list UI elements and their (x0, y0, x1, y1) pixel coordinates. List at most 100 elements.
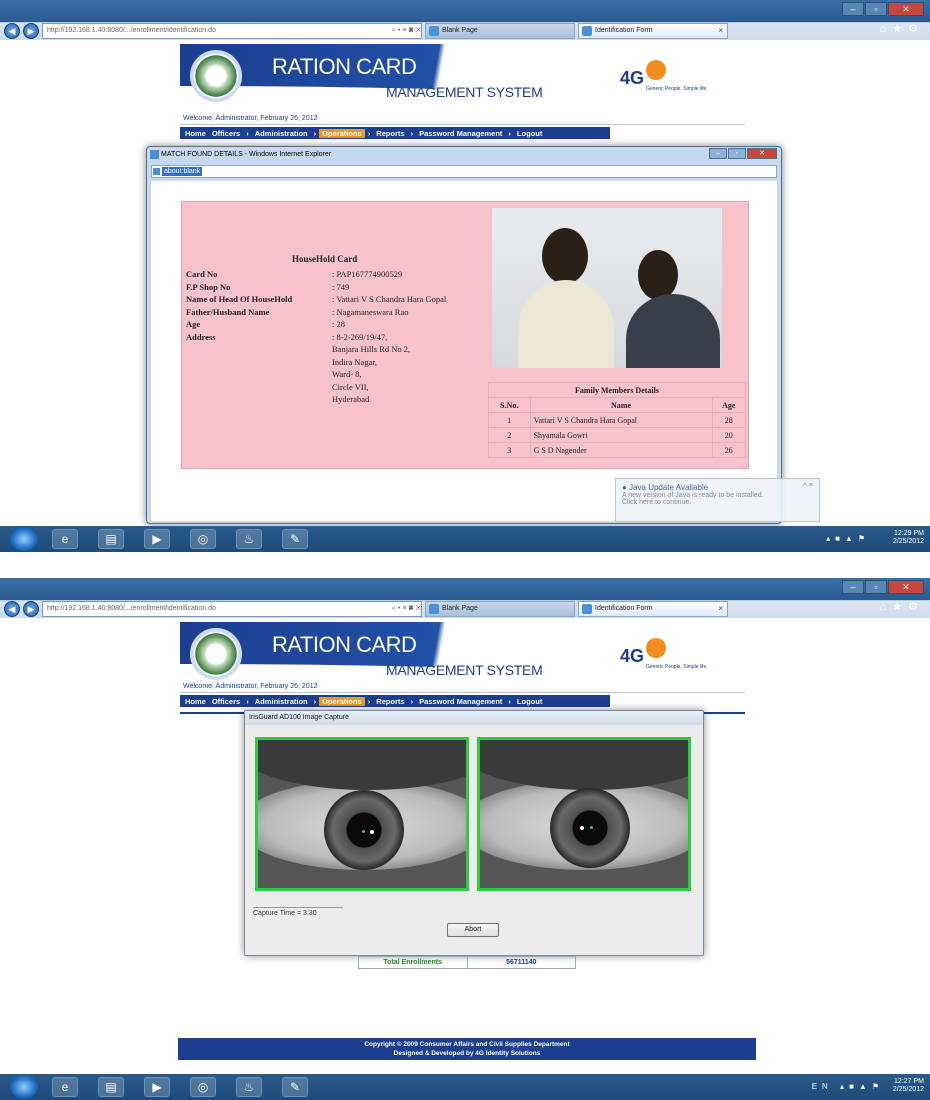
menu-reports[interactable]: Reports (373, 697, 407, 706)
page-header: RATION CARD MANAGEMENT SYSTEM 4G Generic… (180, 622, 745, 692)
tab-identification-form[interactable]: Identification Form × (578, 601, 728, 617)
language-indicator[interactable]: EN (812, 1082, 833, 1091)
menu-officers[interactable]: Officers (209, 129, 243, 138)
page-icon (153, 168, 160, 175)
forward-icon[interactable]: ▶ (23, 601, 39, 617)
close-icon[interactable]: ✕ (747, 148, 777, 159)
browser-titlebar: – ▫ ✕ (0, 0, 930, 22)
info-icon: ● (622, 483, 627, 492)
back-icon[interactable]: ◀ (4, 601, 20, 617)
popup-window-controls: – ▫ ✕ (709, 148, 777, 159)
card-field-row: Circle VII, (186, 381, 488, 394)
field-label: F.P Shop No (186, 281, 231, 292)
address-bar-controls[interactable]: ⌕ ▾ ≡ ✖ ✕ (392, 602, 421, 616)
card-field-row: Indira Nagar, (186, 356, 488, 369)
tab-close-icon[interactable]: × (718, 24, 723, 38)
main-menu: Home Officers › Administration › Operation… (180, 695, 610, 707)
menu-reports[interactable]: Reports (373, 129, 407, 138)
system-tray-icons[interactable]: ▴■▲⚑ (826, 534, 870, 543)
right-iris-image (477, 737, 691, 891)
browser-titlebar: – ▫ ✕ (0, 578, 930, 600)
browser-chrome: – ▫ ✕ ◀ ▶ http://192.168.1.40:8080/.../e… (0, 578, 930, 618)
back-icon[interactable]: ◀ (4, 23, 20, 39)
menu-administration[interactable]: Administration (252, 129, 311, 138)
browser-tool-icons[interactable]: ⌂★⚙ (880, 600, 924, 613)
menu-operations[interactable]: Operations (319, 696, 365, 706)
maximize-icon[interactable]: ▫ (865, 580, 887, 594)
tab-close-icon[interactable]: × (718, 602, 723, 616)
page-icon (582, 26, 592, 36)
java-update-notification[interactable]: ˄ × ● Java Update Available A new versio… (615, 478, 820, 522)
sun-icon (646, 60, 666, 80)
card-field-row: Card No: PAP167774900529 (186, 268, 488, 281)
system-tray-icons[interactable]: EN ▴■▲⚑ (812, 1082, 884, 1091)
app-subtitle: MANAGEMENT SYSTEM (386, 662, 543, 678)
menu-operations[interactable]: Operations (319, 128, 365, 138)
minimize-icon[interactable]: – (842, 2, 864, 16)
app-subtitle: MANAGEMENT SYSTEM (386, 84, 543, 100)
browser-tool-icons[interactable]: ⌂★⚙ (880, 22, 924, 35)
menu-password-management[interactable]: Password Management (416, 129, 505, 138)
family-table-caption: Family Members Details (488, 382, 746, 398)
menu-home[interactable]: Home (182, 697, 209, 706)
app-title: RATION CARD (272, 632, 417, 657)
tab-blank-page[interactable]: Blank Page (425, 601, 575, 617)
close-icon[interactable]: ✕ (888, 580, 924, 594)
field-value: : PAP167774900529 (332, 269, 403, 279)
card-details: HouseHold Card Card No: PAP167774900529 F… (182, 202, 486, 470)
app-icon[interactable]: ◎ (190, 529, 216, 549)
minimize-icon[interactable]: – (709, 148, 727, 159)
close-icon[interactable]: ✕ (888, 2, 924, 16)
field-value: : Nagamaneswara Rao (332, 306, 409, 317)
internet-explorer-icon[interactable]: e (52, 1077, 78, 1097)
address-bar[interactable]: http://192.168.1.40:8080/.../enrollment/… (42, 23, 422, 39)
address-bar[interactable]: http://192.168.1.40:8080/.../enrollment/… (42, 601, 422, 617)
dialog-title: IrisGuard AD100 Image Capture (245, 711, 703, 725)
internet-explorer-icon[interactable]: e (52, 529, 78, 549)
menu-logout[interactable]: Logout (514, 129, 545, 138)
app-icon[interactable]: ◎ (190, 1077, 216, 1097)
brand-logo: 4G Generic People. Simple life. (620, 60, 708, 100)
windows-start-icon[interactable] (10, 527, 38, 551)
state-emblem-logo (190, 628, 242, 680)
field-value: : 749 (332, 281, 350, 292)
java-icon[interactable]: ♨ (236, 529, 262, 549)
maximize-icon[interactable]: ▫ (728, 148, 746, 159)
folder-icon[interactable]: ▤ (98, 529, 124, 549)
media-player-icon[interactable]: ▶ (144, 529, 170, 549)
field-label (186, 356, 332, 369)
window-controls: – ▫ ✕ (842, 2, 924, 16)
card-field-row: F.P Shop No : 749 (186, 281, 488, 294)
menu-administration[interactable]: Administration (252, 697, 311, 706)
address-bar-controls[interactable]: ⌕ ▾ ≡ ✖ ✕ (392, 24, 421, 38)
main-menu: Home Officers › Administration › Operation… (180, 127, 610, 139)
popup-address-bar[interactable]: about:blank (151, 165, 777, 178)
field-label (186, 343, 332, 356)
tab-blank-page[interactable]: Blank Page (425, 23, 575, 39)
menu-logout[interactable]: Logout (514, 697, 545, 706)
divider (180, 124, 745, 125)
total-enrollments: Total Enrollments 56711140 (358, 956, 576, 969)
brand-logo: 4G Generic People. Simple life. (620, 638, 708, 678)
clock[interactable]: 12:27 PM 2/25/2012 (893, 1078, 924, 1094)
folder-icon[interactable]: ▤ (98, 1077, 124, 1097)
notification-controls[interactable]: ˄ × (803, 482, 813, 489)
java-icon[interactable]: ♨ (236, 1077, 262, 1097)
tool-icon[interactable]: ✎ (282, 1077, 308, 1097)
menu-password-management[interactable]: Password Management (416, 697, 505, 706)
menu-officers[interactable]: Officers (209, 697, 243, 706)
media-player-icon[interactable]: ▶ (144, 1077, 170, 1097)
minimize-icon[interactable]: – (842, 580, 864, 594)
tool-icon[interactable]: ✎ (282, 529, 308, 549)
clock[interactable]: 12:29 PM 2/25/2012 (893, 530, 924, 546)
tab-identification-form[interactable]: Identification Form × (578, 23, 728, 39)
maximize-icon[interactable]: ▫ (865, 2, 887, 16)
card-fields: Card No: PAP167774900529 F.P Shop No : 749… (186, 268, 488, 406)
browser-navbar: ◀ ▶ http://192.168.1.40:8080/.../enrollm… (0, 600, 930, 618)
card-field-row: Banjara Hills Rd No 2, (186, 343, 488, 356)
field-label (186, 368, 332, 381)
windows-start-icon[interactable] (10, 1075, 38, 1099)
forward-icon[interactable]: ▶ (23, 23, 39, 39)
menu-home[interactable]: Home (182, 129, 209, 138)
abort-button[interactable]: Abort (447, 923, 499, 937)
